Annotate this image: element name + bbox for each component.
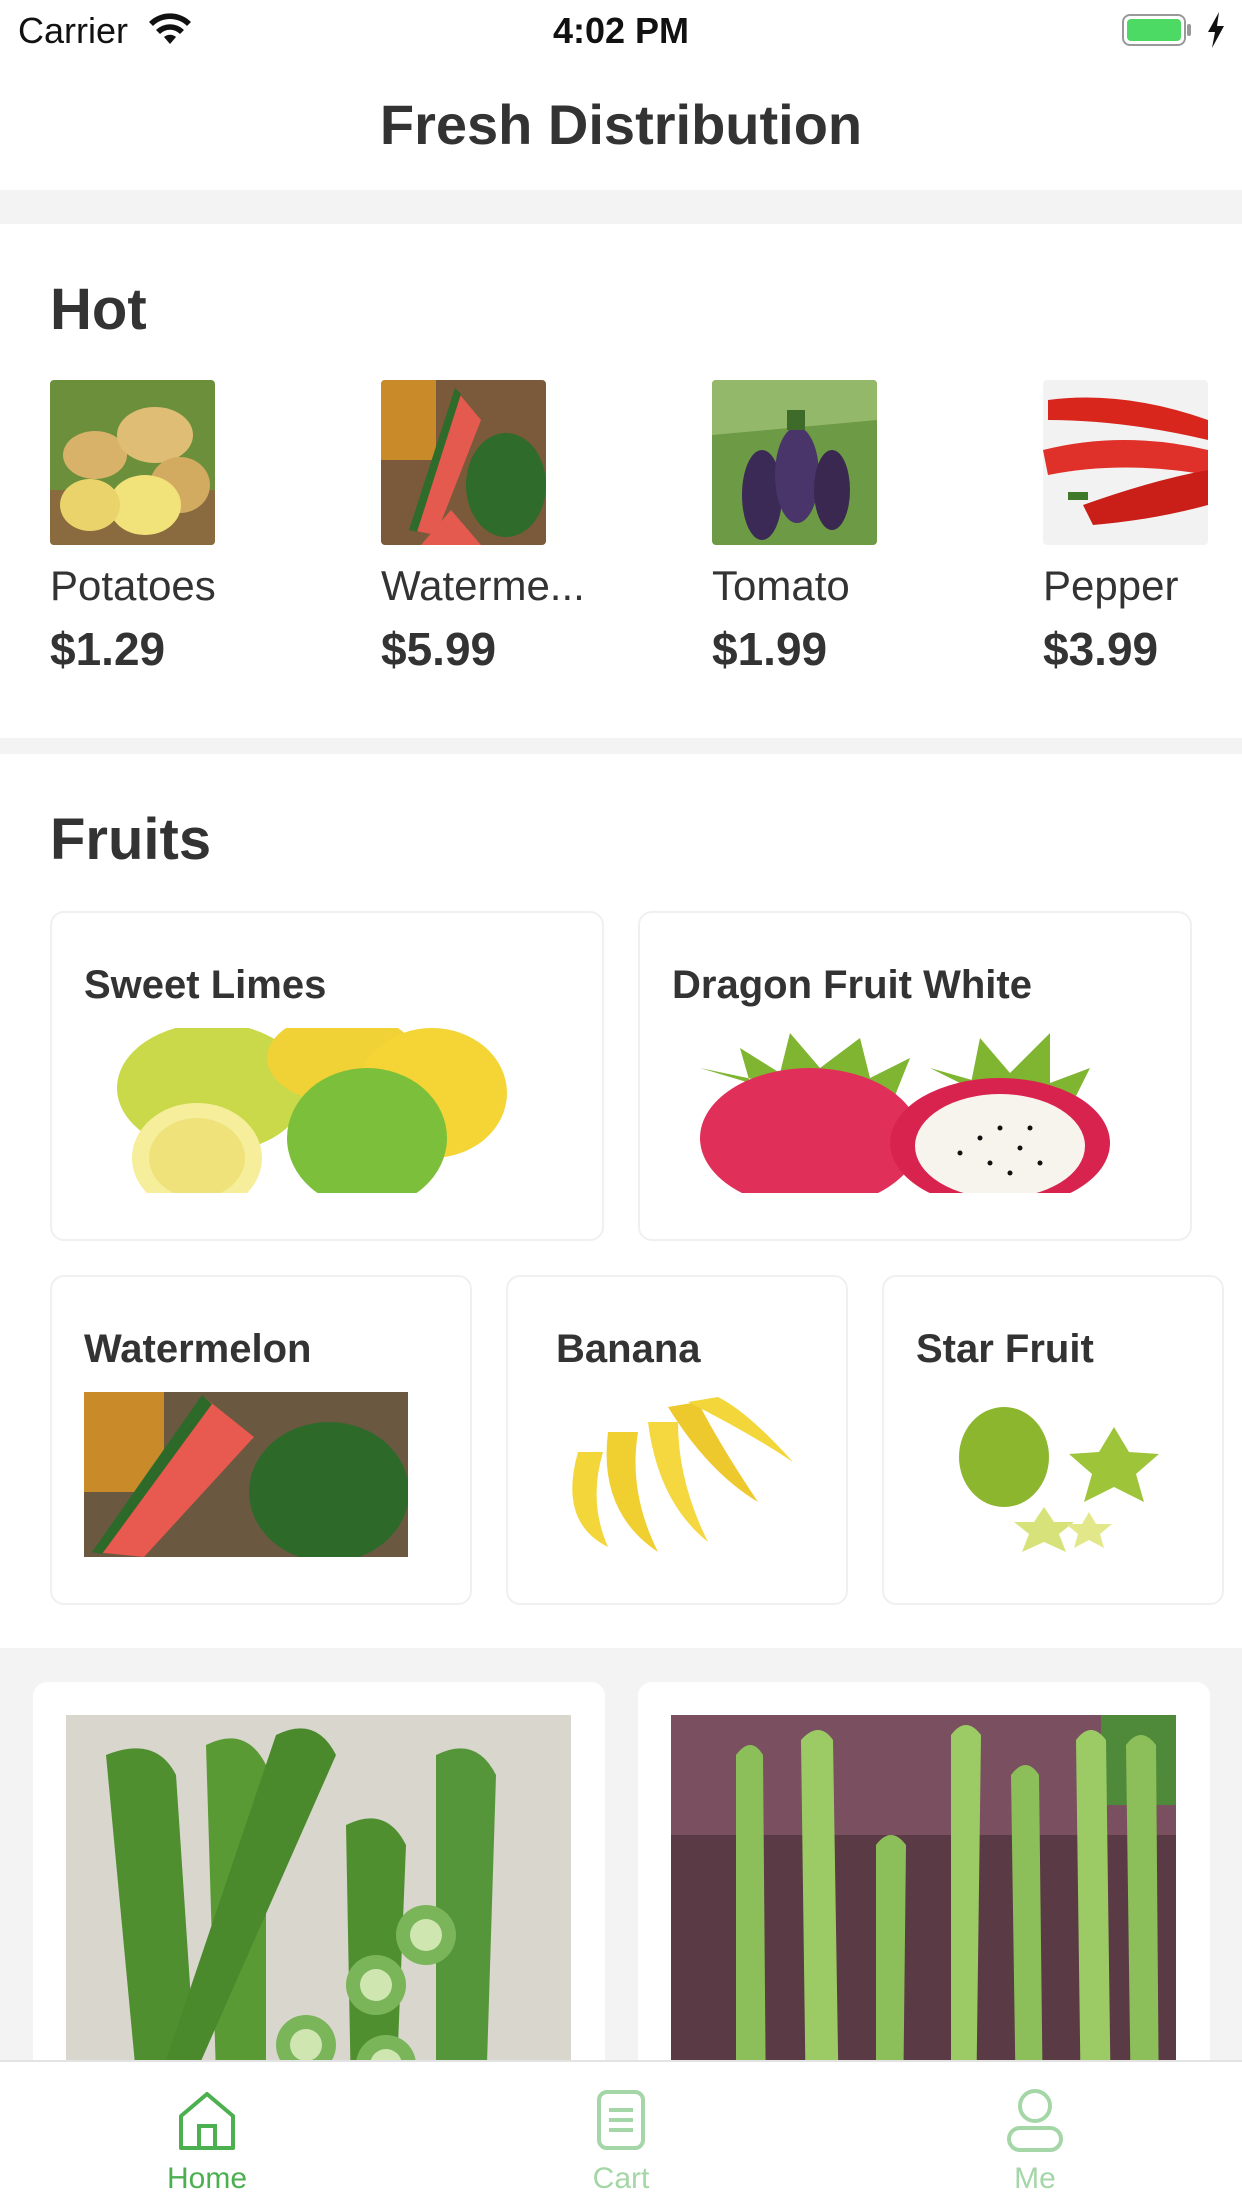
hot-item-price: $1.99 <box>712 623 828 675</box>
fruit-card[interactable]: Banana <box>506 1275 848 1605</box>
clock: 4:02 PM <box>552 10 690 51</box>
fruits-section-title: Fruits <box>50 807 212 872</box>
tab-me[interactable]: Me <box>828 2062 1242 2210</box>
fruit-card-title: Dragon Fruit White <box>672 963 1032 1007</box>
vegetable-card[interactable] <box>33 1682 605 2082</box>
navigation-bar: Fresh Distribution <box>0 62 1242 190</box>
vegetable-card[interactable] <box>638 1682 1210 2082</box>
hot-item-price: $3.99 <box>1043 623 1159 675</box>
hot-item-name: Potatoes <box>50 562 216 609</box>
fruit-card-title: Sweet Limes <box>84 963 327 1007</box>
hot-item-name: Tomato <box>712 562 850 609</box>
profile-icon <box>1007 2089 1063 2152</box>
eggplant-image <box>712 380 877 545</box>
hot-item-name: Pepper <box>1043 562 1179 609</box>
section-separator <box>0 738 1242 754</box>
fruit-card[interactable]: Dragon Fruit White <box>638 911 1192 1241</box>
hot-item-price: $1.29 <box>50 623 166 675</box>
asparagus-image <box>671 1715 1176 2082</box>
fruit-card[interactable]: Sweet Limes <box>50 911 604 1241</box>
tab-cart[interactable]: Cart <box>414 2062 828 2210</box>
fruit-card[interactable]: Star Fruit <box>882 1275 1224 1605</box>
cart-icon <box>597 2090 645 2150</box>
status-bar: Carrier 4:02 PM <box>0 0 1242 62</box>
home-icon <box>179 2092 235 2150</box>
hot-item-price: $5.99 <box>381 623 497 675</box>
hot-item[interactable]: Waterme... $5.99 <box>381 380 681 710</box>
hot-item[interactable]: Pepper $3.99 <box>1043 380 1242 710</box>
tab-label: Me <box>1014 2162 1056 2195</box>
hot-item-name: Waterme... <box>381 562 585 609</box>
hot-item[interactable]: Potatoes $1.29 <box>50 380 350 710</box>
fruit-card-title: Star Fruit <box>916 1327 1094 1371</box>
page-title: Fresh Distribution <box>379 93 863 156</box>
tab-label: Home <box>166 2162 248 2195</box>
star-fruit-image <box>959 1407 1159 1552</box>
watermelon-image <box>84 1392 408 1557</box>
okra-image <box>66 1715 571 2082</box>
fruit-card-title: Watermelon <box>84 1327 312 1371</box>
section-separator <box>0 190 1242 224</box>
tab-home[interactable]: Home <box>0 2062 414 2210</box>
charging-bolt-icon <box>1208 12 1224 48</box>
banana-image <box>572 1397 793 1552</box>
battery-icon <box>1122 14 1191 46</box>
potatoes-image <box>50 380 215 545</box>
tab-label: Cart <box>592 2162 650 2195</box>
dragon-fruit-image <box>700 1033 1110 1193</box>
watermelon-image <box>381 380 546 545</box>
tab-bar: Home Cart Me <box>0 2060 1242 2210</box>
hot-item[interactable]: Tomato $1.99 <box>712 380 1012 710</box>
fruit-card[interactable]: Watermelon <box>50 1275 472 1605</box>
pepper-image <box>1043 380 1208 545</box>
hot-section-title: Hot <box>50 277 147 342</box>
fruit-card-title: Banana <box>556 1327 701 1371</box>
sweet-limes-image <box>117 1028 507 1193</box>
